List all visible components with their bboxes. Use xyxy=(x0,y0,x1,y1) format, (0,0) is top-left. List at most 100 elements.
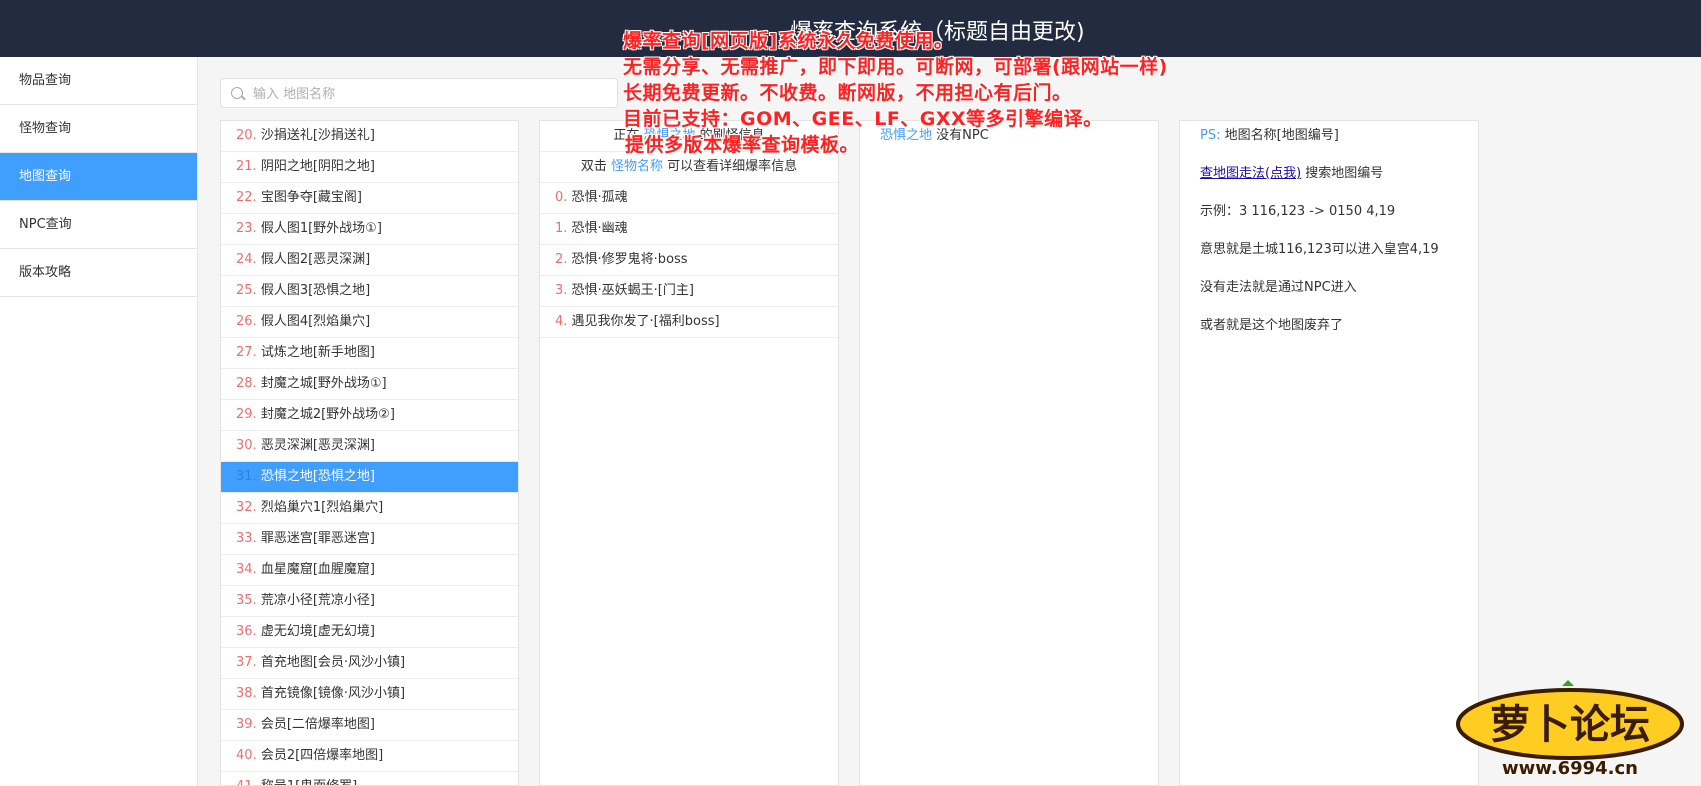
search-box xyxy=(220,78,618,109)
map-name: 封魔之城[野外战场①] xyxy=(260,376,387,391)
example-line: 示例：3 116,123 -> 0150 4,19 xyxy=(1200,204,1396,219)
map-index: 39. xyxy=(236,717,257,732)
hint-text: 可以查看详细爆率信息 xyxy=(667,159,798,174)
map-index: 27. xyxy=(236,345,257,360)
monster-panel: 正在 恐惧之地 的刷怪信息 双击 怪物名称 可以查看详细爆率信息 0. 恐惧·孤… xyxy=(539,120,839,786)
map-index: 32. xyxy=(236,500,257,515)
map-index: 33. xyxy=(236,531,257,546)
monster-list-item[interactable]: 0. 恐惧·孤魂 xyxy=(540,183,838,214)
map-index: 24. xyxy=(236,252,257,267)
npc-panel: 恐惧之地 没有NPC xyxy=(859,120,1159,786)
promo-line: 无需分享、无需推广，即下即用。可断网，可部署(跟网站一样) xyxy=(623,56,1168,78)
map-name: 封魔之城2[野外战场②] xyxy=(260,407,395,422)
map-list-item[interactable]: 40. 会员2[四倍爆率地图] xyxy=(221,741,518,772)
monster-list-item[interactable]: 4. 遇见我你发了·[福利boss] xyxy=(540,307,838,338)
promo-overlay: 爆率查询[网页版]系统永久免费使用。 无需分享、无需推广，即下即用。可断网，可部… xyxy=(623,28,1168,158)
map-name: 烈焰巢穴1[烈焰巢穴] xyxy=(260,500,384,515)
map-name: 首充地图[会员·风沙小镇] xyxy=(260,655,406,670)
hint-text: 双击 xyxy=(580,159,607,174)
map-index: 34. xyxy=(236,562,257,577)
map-list-item[interactable]: 33. 罪恶迷宫[罪恶迷宫] xyxy=(221,524,518,555)
map-name: 恐惧之地[恐惧之地] xyxy=(260,469,375,484)
no-path-line: 没有走法就是通过NPC进入 xyxy=(1200,280,1357,295)
meaning-line: 意思就是土城116,123可以进入皇宫4,19 xyxy=(1200,242,1439,257)
promo-line: 长期免费更新。不收费。断网版，不用担心有后门。 xyxy=(623,82,1072,104)
map-name: 荒凉小径[荒凉小径] xyxy=(260,593,375,608)
map-index: 38. xyxy=(236,686,257,701)
map-name: 血星魔窟[血腥魔窟] xyxy=(260,562,375,577)
map-index: 23. xyxy=(236,221,257,236)
monster-name: 恐惧·修罗鬼将·boss xyxy=(571,252,688,267)
map-index: 41. xyxy=(236,779,257,785)
monster-index: 1. xyxy=(555,221,568,236)
map-list-item[interactable]: 31. 恐惧之地[恐惧之地] xyxy=(221,462,518,493)
sidebar-item-maps[interactable]: 地图查询 xyxy=(0,153,197,201)
map-name: 试炼之地[新手地图] xyxy=(260,345,375,360)
map-name: 假人图3[恐惧之地] xyxy=(260,283,371,298)
map-list-item[interactable]: 41. 称号1[鬼面修罗] xyxy=(221,772,518,785)
map-index: 35. xyxy=(236,593,257,608)
monster-list: 0. 恐惧·孤魂 1. 恐惧·幽魂 2. 恐惧·修罗鬼将·boss 3. 恐惧·巫妖蝎… xyxy=(540,183,838,338)
map-list-item[interactable]: 32. 烈焰巢穴1[烈焰巢穴] xyxy=(221,493,518,524)
map-list-item[interactable]: 38. 首充镜像[镜像·风沙小镇] xyxy=(221,679,518,710)
map-list-item[interactable]: 36. 虚无幻境[虚无幻境] xyxy=(221,617,518,648)
monster-index: 0. xyxy=(555,190,568,205)
map-index: 25. xyxy=(236,283,257,298)
promo-line: 目前已支持：GOM、GEE、LF、GXX等多引擎编译。 xyxy=(623,108,1103,130)
monster-index: 2. xyxy=(555,252,568,267)
forum-watermark-logo: 萝卜论坛 www.6994.cn xyxy=(1456,680,1684,779)
map-name: 罪恶迷宫[罪恶迷宫] xyxy=(260,531,375,546)
monster-list-item[interactable]: 3. 恐惧·巫妖蝎王·[门主] xyxy=(540,276,838,307)
map-path-link[interactable]: 查地图走法(点我) xyxy=(1200,166,1301,181)
map-list-item[interactable]: 21. 阴阳之地[阴阳之地] xyxy=(221,152,518,183)
map-list-item[interactable]: 34. 血星魔窟[血腥魔窟] xyxy=(221,555,518,586)
sidebar-item-npc[interactable]: NPC查询 xyxy=(0,201,197,249)
map-name: 沙捐送礼[沙捐送礼] xyxy=(260,128,375,143)
map-list-item[interactable]: 27. 试炼之地[新手地图] xyxy=(221,338,518,369)
map-list-item[interactable]: 23. 假人图1[野外战场①] xyxy=(221,214,518,245)
sidebar-item-guide[interactable]: 版本攻略 xyxy=(0,249,197,297)
map-name: 假人图4[烈焰巢穴] xyxy=(260,314,371,329)
monster-list-item[interactable]: 2. 恐惧·修罗鬼将·boss xyxy=(540,245,838,276)
ps-text: 地图名称[地图编号] xyxy=(1224,128,1339,143)
map-list-item[interactable]: 20. 沙捐送礼[沙捐送礼] xyxy=(221,121,518,152)
monster-name: 恐惧·巫妖蝎王·[门主] xyxy=(571,283,694,298)
map-name: 恶灵深渊[恶灵深渊] xyxy=(260,438,375,453)
hint-monster-name: 怪物名称 xyxy=(610,159,663,174)
map-name: 首充镜像[镜像·风沙小镇] xyxy=(260,686,406,701)
map-index: 37. xyxy=(236,655,257,670)
map-name: 假人图1[野外战场①] xyxy=(260,221,382,236)
monster-index: 4. xyxy=(555,314,568,329)
map-list-item[interactable]: 26. 假人图4[烈焰巢穴] xyxy=(221,307,518,338)
map-index: 29. xyxy=(236,407,257,422)
map-list-item[interactable]: 30. 恶灵深渊[恶灵深渊] xyxy=(221,431,518,462)
map-list-item[interactable]: 25. 假人图3[恐惧之地] xyxy=(221,276,518,307)
sidebar-item-items[interactable]: 物品查询 xyxy=(0,57,197,105)
monster-list-item[interactable]: 1. 恐惧·幽魂 xyxy=(540,214,838,245)
map-index: 40. xyxy=(236,748,257,763)
map-index: 28. xyxy=(236,376,257,391)
map-index: 20. xyxy=(236,128,257,143)
map-name: 会员2[四倍爆率地图] xyxy=(260,748,384,763)
map-name: 称号1[鬼面修罗] xyxy=(261,779,357,785)
map-list-item[interactable]: 28. 封魔之城[野外战场①] xyxy=(221,369,518,400)
map-index: 21. xyxy=(236,159,257,174)
map-list-item[interactable]: 29. 封魔之城2[野外战场②] xyxy=(221,400,518,431)
sidebar: 物品查询 怪物查询 地图查询 NPC查询 版本攻略 xyxy=(0,57,198,786)
map-index: 36. xyxy=(236,624,257,639)
map-list-item[interactable]: 35. 荒凉小径[荒凉小径] xyxy=(221,586,518,617)
logo-site-text: www.6994.cn xyxy=(1502,758,1638,779)
map-name: 虚无幻境[虚无幻境] xyxy=(260,624,375,639)
monster-index: 3. xyxy=(555,283,568,298)
map-path-line: 查地图走法(点我) 搜索地图编号 xyxy=(1180,159,1478,197)
monster-name: 恐惧·孤魂 xyxy=(571,190,628,205)
map-list-item[interactable]: 24. 假人图2[恶灵深渊] xyxy=(221,245,518,276)
map-name: 宝图争夺[藏宝阁] xyxy=(260,190,362,205)
map-list-item[interactable]: 37. 首充地图[会员·风沙小镇] xyxy=(221,648,518,679)
sidebar-item-monsters[interactable]: 怪物查询 xyxy=(0,105,197,153)
map-list-item[interactable]: 22. 宝图争夺[藏宝阁] xyxy=(221,183,518,214)
map-list-panel: 20. 沙捐送礼[沙捐送礼] 21. 阴阳之地[阴阳之地] 22. 宝图争夺[藏宝阁… xyxy=(220,120,519,786)
map-list-item[interactable]: 39. 会员[二倍爆率地图] xyxy=(221,710,518,741)
search-input[interactable] xyxy=(251,79,615,109)
promo-line: 爆率查询[网页版]系统永久免费使用。 xyxy=(623,30,954,52)
